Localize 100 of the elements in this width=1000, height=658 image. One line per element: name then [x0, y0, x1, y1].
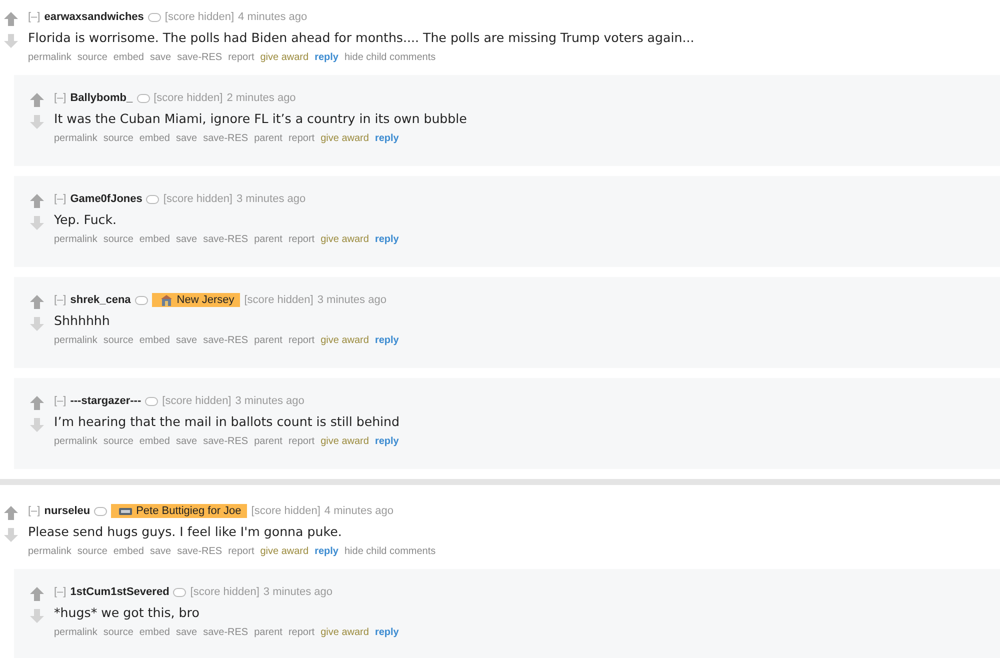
- downvote-arrow-icon[interactable]: [30, 216, 44, 230]
- action-link[interactable]: save: [150, 546, 172, 557]
- action-link[interactable]: reply: [374, 133, 399, 144]
- username-link[interactable]: ---stargazer---: [70, 395, 142, 407]
- action-link[interactable]: save-RES: [203, 436, 248, 447]
- action-link[interactable]: report: [228, 546, 254, 557]
- action-link[interactable]: reply: [314, 546, 338, 557]
- action-link[interactable]: save: [176, 436, 198, 447]
- collapse-toggle[interactable]: [–]: [28, 11, 40, 23]
- action-link[interactable]: save: [176, 234, 198, 245]
- upvote-arrow-icon[interactable]: [30, 93, 44, 107]
- comment-text: Florida is worrisome. The polls had Biden ahead for months.... The polls are missing Trump voters again...: [28, 30, 694, 45]
- action-link[interactable]: embed: [113, 546, 144, 557]
- action-link[interactable]: give award: [320, 133, 369, 144]
- action-link[interactable]: parent: [254, 133, 282, 144]
- action-link[interactable]: parent: [254, 234, 282, 245]
- action-link[interactable]: parent: [254, 436, 282, 447]
- action-link[interactable]: give award: [320, 234, 369, 245]
- downvote-arrow-icon[interactable]: [30, 418, 44, 432]
- action-link[interactable]: save: [176, 335, 198, 346]
- action-link[interactable]: reply: [374, 234, 399, 245]
- action-link[interactable]: save-RES: [177, 546, 222, 557]
- action-link[interactable]: save-RES: [203, 133, 248, 144]
- action-link[interactable]: embed: [139, 436, 170, 447]
- action-link[interactable]: source: [103, 133, 134, 144]
- action-link[interactable]: source: [103, 234, 134, 245]
- score-label: [score hidden]: [163, 193, 232, 205]
- upvote-arrow-icon[interactable]: [30, 194, 44, 208]
- action-link[interactable]: report: [288, 627, 315, 638]
- action-link[interactable]: give award: [260, 546, 309, 557]
- action-link[interactable]: report: [228, 52, 254, 63]
- timestamp: 3 minutes ago: [235, 395, 304, 407]
- action-link[interactable]: embed: [139, 335, 170, 346]
- action-link[interactable]: embed: [139, 627, 170, 638]
- score-label: [score hidden]: [154, 92, 223, 104]
- score-label: [score hidden]: [164, 11, 234, 23]
- action-link[interactable]: reply: [374, 627, 399, 638]
- action-link[interactable]: give award: [320, 335, 369, 346]
- chat-bubble-icon: [136, 94, 150, 102]
- downvote-arrow-icon[interactable]: [4, 34, 18, 48]
- collapse-toggle[interactable]: [–]: [54, 395, 66, 407]
- action-link[interactable]: permalink: [54, 133, 98, 144]
- username-link[interactable]: Game0fJones: [70, 193, 142, 205]
- action-link[interactable]: source: [103, 436, 134, 447]
- action-link[interactable]: save: [150, 52, 172, 63]
- collapse-toggle[interactable]: [–]: [54, 193, 66, 205]
- action-link[interactable]: save: [176, 627, 198, 638]
- action-link[interactable]: permalink: [54, 436, 98, 447]
- downvote-arrow-icon[interactable]: [30, 317, 44, 331]
- upvote-arrow-icon[interactable]: [30, 396, 44, 410]
- action-link[interactable]: report: [288, 234, 315, 245]
- action-link[interactable]: save-RES: [203, 335, 248, 346]
- downvote-arrow-icon[interactable]: [30, 609, 44, 623]
- action-link[interactable]: permalink: [28, 546, 72, 557]
- action-link[interactable]: give award: [260, 52, 309, 63]
- username-link[interactable]: 1stCum1stSevered: [70, 586, 170, 598]
- action-link[interactable]: save-RES: [203, 234, 248, 245]
- collapse-toggle[interactable]: [–]: [54, 92, 66, 104]
- action-link[interactable]: reply: [314, 52, 338, 63]
- action-link[interactable]: parent: [254, 627, 282, 638]
- username-link[interactable]: shrek_cena: [70, 294, 131, 306]
- upvote-arrow-icon[interactable]: [30, 587, 44, 601]
- action-link[interactable]: reply: [374, 436, 399, 447]
- upvote-arrow-icon[interactable]: [4, 12, 18, 26]
- action-link[interactable]: source: [103, 627, 134, 638]
- chat-bubble-icon: [134, 296, 148, 304]
- downvote-arrow-icon[interactable]: [30, 115, 44, 129]
- collapse-toggle[interactable]: [–]: [54, 294, 66, 306]
- collapse-toggle[interactable]: [–]: [28, 505, 40, 517]
- upvote-arrow-icon[interactable]: [4, 506, 18, 520]
- username-link[interactable]: nurseleu: [44, 505, 90, 517]
- action-link[interactable]: permalink: [54, 335, 98, 346]
- action-link[interactable]: embed: [139, 133, 170, 144]
- username-link[interactable]: earwaxsandwiches: [44, 11, 144, 23]
- action-link[interactable]: source: [103, 335, 134, 346]
- action-link[interactable]: reply: [374, 335, 399, 346]
- action-link[interactable]: report: [288, 335, 315, 346]
- action-link[interactable]: hide child comments: [344, 52, 436, 63]
- action-link[interactable]: save: [176, 133, 198, 144]
- action-link[interactable]: source: [77, 546, 108, 557]
- collapse-toggle[interactable]: [–]: [54, 586, 66, 598]
- action-link[interactable]: permalink: [54, 234, 98, 245]
- action-link[interactable]: permalink: [28, 52, 72, 63]
- action-link[interactable]: report: [288, 133, 315, 144]
- action-link[interactable]: hide child comments: [344, 546, 436, 557]
- action-link[interactable]: save-RES: [203, 627, 248, 638]
- action-link[interactable]: embed: [113, 52, 144, 63]
- action-link[interactable]: source: [77, 52, 108, 63]
- username-link[interactable]: Ballybomb_: [70, 92, 133, 104]
- action-link[interactable]: give award: [320, 627, 369, 638]
- comment-text: *hugs* we got this, bro: [54, 605, 200, 620]
- upvote-arrow-icon[interactable]: [30, 295, 44, 309]
- action-link[interactable]: parent: [254, 335, 282, 346]
- action-link[interactable]: permalink: [54, 627, 98, 638]
- action-link[interactable]: embed: [139, 234, 170, 245]
- action-link[interactable]: give award: [320, 436, 369, 447]
- downvote-arrow-icon[interactable]: [4, 528, 18, 542]
- chat-bubble-icon: [173, 588, 186, 596]
- action-link[interactable]: report: [288, 436, 315, 447]
- action-link[interactable]: save-RES: [177, 52, 222, 63]
